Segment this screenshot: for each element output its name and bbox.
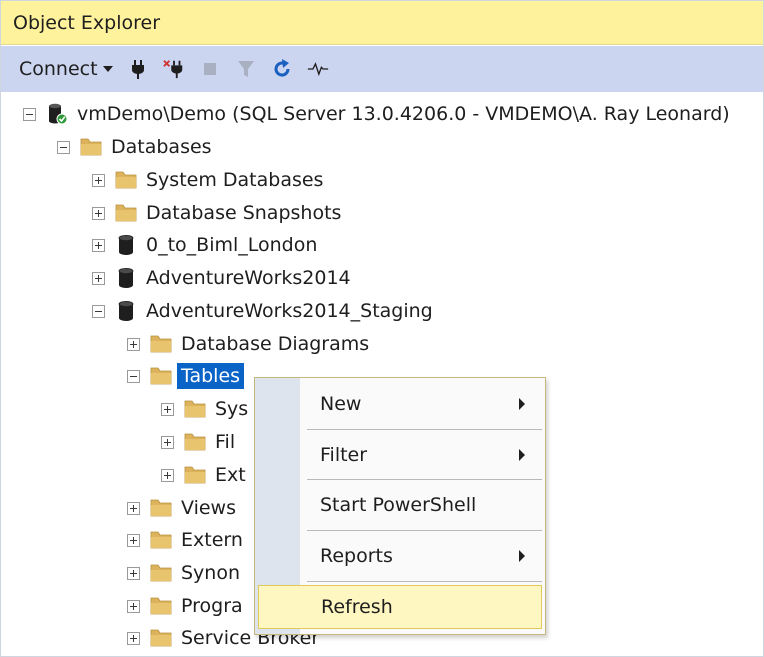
expand-icon[interactable]: [161, 402, 174, 416]
folder-icon: [150, 333, 172, 355]
tree-node-file-tables[interactable]: Fil: [161, 426, 235, 458]
folder-icon: [184, 398, 206, 420]
menu-item-start-powershell-label: Start PowerShell: [320, 494, 477, 516]
programmability-label: Progra: [181, 595, 243, 617]
db-adventureworks-label: AdventureWorks2014: [146, 267, 351, 289]
tree-node-views[interactable]: Views: [127, 492, 236, 524]
external-tables-label: Ext: [215, 464, 246, 486]
chevron-down-icon: [102, 66, 113, 72]
database-icon: [115, 300, 137, 322]
database-snapshots-label: Database Snapshots: [146, 202, 342, 224]
folder-icon: [80, 136, 102, 158]
expand-icon[interactable]: [161, 468, 174, 482]
system-tables-label: Sys: [215, 398, 249, 420]
connect-plug-icon[interactable]: [127, 58, 149, 80]
collapse-icon[interactable]: [57, 140, 70, 154]
folder-icon: [150, 562, 172, 584]
tree-node-db-adventureworks-staging[interactable]: AdventureWorks2014_Staging: [92, 295, 433, 327]
tree-node-programmability[interactable]: Progra: [127, 590, 243, 622]
filter-icon[interactable]: [235, 58, 257, 80]
server-icon: [46, 103, 68, 125]
context-menu: New Filter Start PowerShell Reports Refr…: [254, 377, 546, 635]
database-icon: [115, 267, 137, 289]
tree-node-db-0-to-biml[interactable]: 0_to_Biml_London: [92, 229, 317, 261]
tree-node-tables[interactable]: Tables: [127, 360, 245, 392]
title-bar: Object Explorer: [1, 1, 763, 45]
object-explorer-window: Object Explorer Connect vmDemo\Demo (SQL…: [0, 0, 764, 657]
activity-monitor-icon[interactable]: [307, 58, 329, 80]
tree-node-system-tables[interactable]: Sys: [161, 393, 248, 425]
collapse-icon[interactable]: [23, 107, 36, 121]
expand-icon[interactable]: [127, 599, 140, 613]
folder-icon: [184, 431, 206, 453]
expand-icon[interactable]: [92, 271, 105, 285]
menu-item-new-label: New: [320, 393, 362, 415]
folder-icon: [150, 595, 172, 617]
connect-button[interactable]: Connect: [19, 58, 113, 80]
folder-icon: [150, 365, 172, 387]
tree-node-server[interactable]: vmDemo\Demo (SQL Server 13.0.4206.0 - VM…: [23, 98, 730, 130]
database-icon: [115, 234, 137, 256]
server-label: vmDemo\Demo (SQL Server 13.0.4206.0 - VM…: [77, 103, 730, 125]
menu-separator: [307, 581, 542, 582]
menu-item-reports-label: Reports: [320, 545, 393, 567]
tree-node-external-tables[interactable]: Ext: [161, 459, 246, 491]
expand-icon[interactable]: [127, 566, 140, 580]
expand-icon[interactable]: [92, 206, 105, 220]
expand-icon[interactable]: [127, 533, 140, 547]
synonyms-label: Synon: [181, 562, 241, 584]
tree-node-databases[interactable]: Databases: [57, 131, 212, 163]
file-tables-label: Fil: [215, 431, 236, 453]
disconnect-icon[interactable]: [162, 58, 185, 80]
folder-icon: [184, 464, 206, 486]
stop-icon[interactable]: [199, 58, 221, 80]
system-databases-label: System Databases: [146, 169, 324, 191]
expand-icon[interactable]: [161, 435, 174, 449]
database-diagrams-label: Database Diagrams: [181, 333, 370, 355]
folder-icon: [115, 169, 137, 191]
expand-icon[interactable]: [127, 631, 140, 645]
submenu-arrow-icon: [519, 398, 525, 410]
menu-item-refresh[interactable]: Refresh: [258, 585, 542, 629]
submenu-arrow-icon: [519, 550, 525, 562]
menu-item-reports[interactable]: Reports: [300, 531, 545, 581]
folder-icon: [115, 202, 137, 224]
tree-node-database-snapshots[interactable]: Database Snapshots: [92, 197, 341, 229]
db-0-to-biml-label: 0_to_Biml_London: [146, 234, 318, 256]
expand-icon[interactable]: [92, 173, 105, 187]
collapse-icon[interactable]: [127, 369, 140, 383]
databases-label: Databases: [111, 136, 212, 158]
tree-node-external-resources[interactable]: Extern: [127, 524, 243, 556]
collapse-icon[interactable]: [92, 304, 105, 318]
expand-icon[interactable]: [92, 238, 105, 252]
external-resources-label: Extern: [181, 529, 243, 551]
expand-icon[interactable]: [127, 501, 140, 515]
menu-item-filter[interactable]: Filter: [300, 430, 545, 480]
folder-icon: [150, 497, 172, 519]
db-adventureworks-staging-label: AdventureWorks2014_Staging: [146, 300, 433, 322]
window-title: Object Explorer: [13, 11, 161, 34]
folder-icon: [150, 627, 172, 649]
menu-item-refresh-label: Refresh: [321, 596, 393, 618]
refresh-icon[interactable]: [271, 58, 293, 80]
toolbar: Connect: [1, 46, 763, 92]
menu-item-filter-label: Filter: [320, 444, 368, 466]
views-label: Views: [181, 497, 236, 519]
tables-label: Tables: [177, 363, 245, 389]
tree-node-synonyms[interactable]: Synon: [127, 557, 240, 589]
folder-icon: [150, 529, 172, 551]
tree-node-database-diagrams[interactable]: Database Diagrams: [127, 328, 369, 360]
submenu-arrow-icon: [519, 449, 525, 461]
tree-node-db-adventureworks[interactable]: AdventureWorks2014: [92, 262, 351, 294]
menu-item-new[interactable]: New: [300, 379, 545, 429]
tree-node-system-databases[interactable]: System Databases: [92, 164, 323, 196]
expand-icon[interactable]: [127, 337, 140, 351]
connect-label: Connect: [19, 58, 98, 80]
menu-item-start-powershell[interactable]: Start PowerShell: [300, 480, 545, 530]
